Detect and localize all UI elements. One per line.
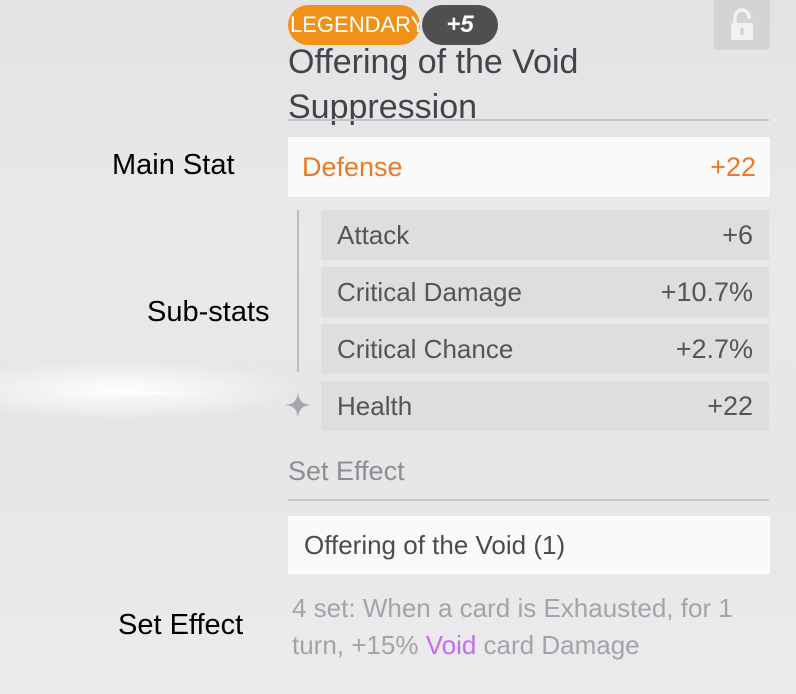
- sub-stat-row: Attack +6: [321, 210, 769, 260]
- main-stat-value: +22: [710, 151, 756, 182]
- sub-stat-value: +10.7%: [660, 276, 753, 307]
- set-desc-suffix: card Damage: [476, 630, 640, 660]
- void-keyword: Void: [425, 630, 477, 660]
- sub-stat-name: Health: [337, 390, 413, 421]
- background-glow: [0, 360, 300, 420]
- set-effect-divider: [288, 499, 769, 501]
- sub-stat-row: Critical Chance +2.7%: [321, 324, 769, 374]
- lock-open-icon: [731, 8, 753, 40]
- set-name: Offering of the Void (1): [304, 530, 566, 560]
- item-title: Offering of the Void Suppression: [288, 43, 579, 126]
- level-label: +5: [446, 11, 474, 38]
- sparkle-icon: [285, 392, 311, 418]
- sub-stat-value: +6: [722, 219, 753, 250]
- annotation-set-effect: Set Effect: [118, 609, 244, 641]
- sub-stat-value: +22: [707, 390, 753, 421]
- set-effect-description: 4 set: When a card is Exhausted, for 1 t…: [292, 590, 782, 664]
- set-name-box: Offering of the Void (1): [288, 516, 770, 574]
- sub-stat-row: Health +22: [321, 381, 769, 431]
- annotation-sub-stats: Sub-stats: [147, 296, 270, 328]
- rarity-badge: LEGENDARY: [288, 5, 420, 45]
- sub-stat-name: Critical Chance: [337, 333, 514, 364]
- main-stat-row: Defense +22: [288, 137, 770, 197]
- sub-stat-name: Attack: [337, 219, 410, 250]
- set-effect-heading: Set Effect: [288, 456, 405, 486]
- background-light-streak: [70, 392, 210, 394]
- annotation-main-stat: Main Stat: [112, 149, 235, 181]
- sub-stats-connector: [297, 210, 299, 372]
- level-badge: +5: [422, 5, 498, 45]
- sub-stat-name: Critical Damage: [337, 276, 522, 307]
- main-stat-name: Defense: [302, 151, 403, 182]
- title-divider: [288, 119, 769, 121]
- sub-stat-row: Critical Damage +10.7%: [321, 267, 769, 317]
- rarity-label: LEGENDARY: [290, 12, 420, 37]
- sub-stat-value: +2.7%: [675, 333, 753, 364]
